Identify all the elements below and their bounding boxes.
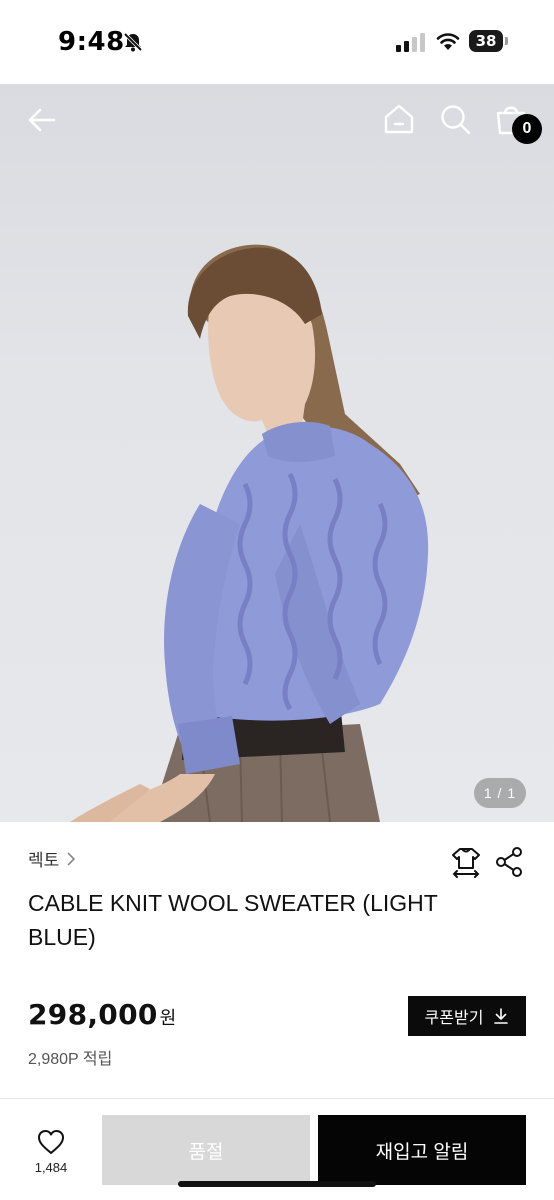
price-row: 298,000 원	[28, 998, 176, 1031]
battery-icon: 38	[469, 30, 509, 52]
product-image-gallery[interactable]: 0 1 / 1	[0, 84, 554, 822]
coupon-label: 쿠폰받기	[424, 1010, 484, 1027]
bell-slash-icon	[123, 32, 143, 52]
product-photo	[70, 244, 429, 822]
like-count: 1,484	[34, 1160, 68, 1175]
restock-alert-button[interactable]: 재입고 알림	[318, 1115, 526, 1185]
home-icon[interactable]	[382, 102, 416, 136]
price-unit: 원	[159, 1008, 177, 1028]
back-arrow-icon[interactable]	[26, 104, 58, 136]
share-icon[interactable]	[494, 846, 524, 878]
status-bar: 9:48 38	[0, 0, 554, 84]
download-icon	[494, 1008, 509, 1024]
bottom-bar-divider	[0, 1098, 554, 1099]
battery-level: 38	[469, 30, 503, 52]
product-title: CABLE KNIT WOOL SWEATER (LIGHT BLUE)	[28, 890, 438, 950]
image-pager: 1 / 1	[474, 778, 526, 808]
heart-icon[interactable]	[36, 1128, 66, 1156]
coupon-download-button[interactable]: 쿠폰받기	[408, 996, 526, 1036]
chevron-right-icon	[67, 851, 76, 866]
size-guide-icon[interactable]	[450, 846, 482, 878]
brand-link[interactable]: 렉토	[28, 846, 77, 871]
soldout-button[interactable]: 품절	[102, 1115, 310, 1185]
brand-name[interactable]: 렉토	[28, 846, 59, 871]
reward-points: 2,980P 적립	[28, 1051, 113, 1068]
search-icon[interactable]	[438, 102, 472, 136]
product-price: 298,000	[28, 998, 158, 1031]
wifi-icon	[436, 33, 460, 50]
cellular-signal-icon	[396, 33, 425, 52]
battery-tip	[505, 37, 508, 45]
status-time: 9:48	[58, 27, 125, 57]
cart-count-badge[interactable]: 0	[512, 114, 542, 144]
home-indicator	[178, 1181, 376, 1187]
